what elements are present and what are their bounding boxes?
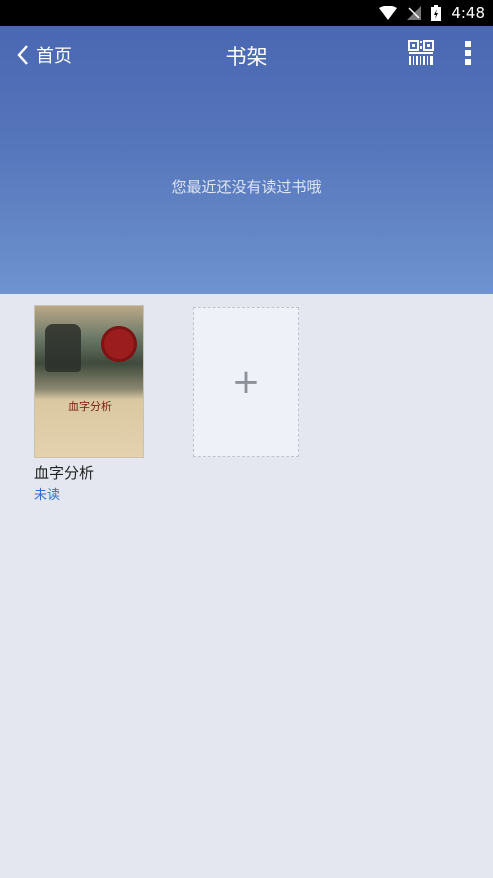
cover-seal-image: [101, 326, 137, 362]
cover-figure-image: [45, 324, 81, 372]
more-menu-icon[interactable]: [464, 40, 472, 66]
plus-icon: +: [231, 362, 261, 402]
no-signal-icon: [407, 6, 422, 20]
book-item[interactable]: 血字分析 血字分析 未读: [34, 305, 144, 503]
book-cover[interactable]: 血字分析: [34, 305, 144, 458]
status-bar: 4:48: [0, 0, 493, 26]
book-name: 血字分析: [34, 464, 95, 482]
empty-reading-message: 您最近还没有读过书哦: [171, 178, 322, 196]
battery-charging-icon: [431, 5, 442, 21]
cover-title: 血字分析: [68, 400, 112, 413]
bookshelf: 血字分析 血字分析 未读 +: [0, 294, 493, 878]
book-read-status: 未读: [34, 488, 61, 503]
add-book-button[interactable]: +: [193, 307, 299, 457]
wifi-icon: [379, 6, 398, 20]
header: 首页 书架 您最近还没有读过书哦: [0, 26, 493, 294]
qr-scan-icon[interactable]: [408, 40, 434, 66]
status-time: 4:48: [451, 4, 485, 22]
